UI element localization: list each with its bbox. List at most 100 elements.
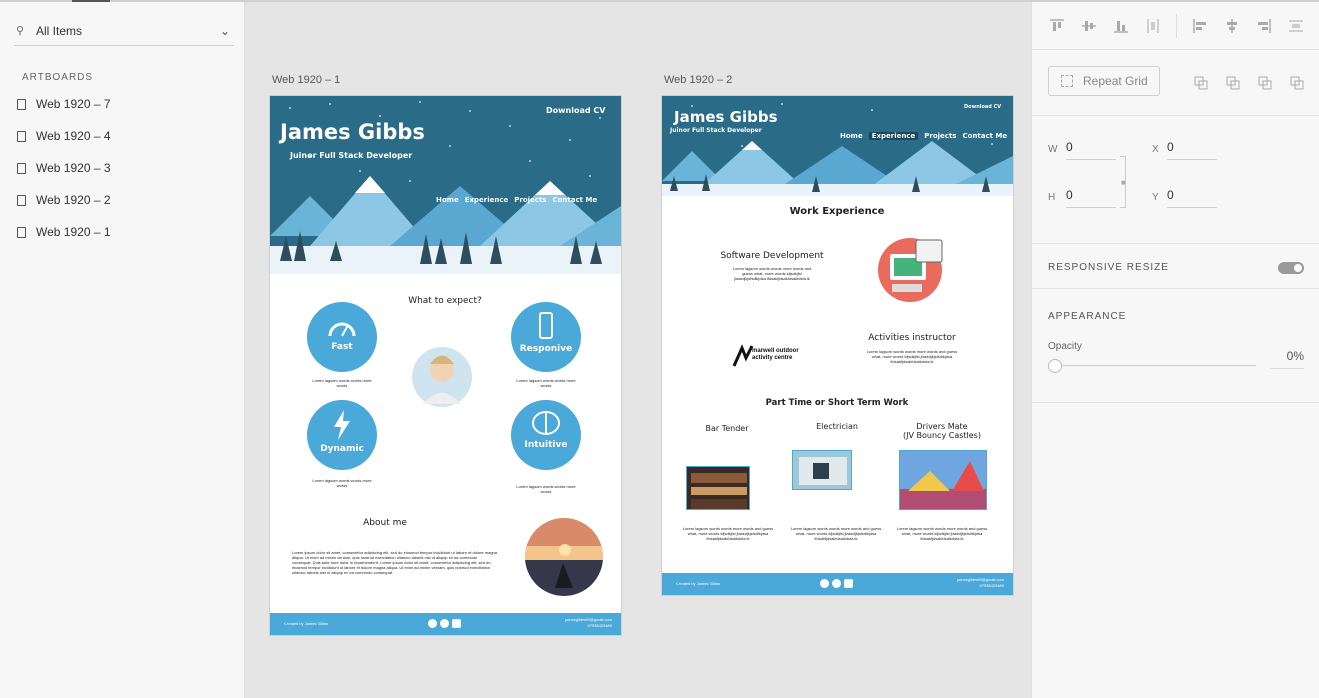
nav-experience[interactable]: Experience <box>465 196 509 204</box>
align-top-icon[interactable] <box>1048 17 1066 35</box>
nav-home[interactable]: Home <box>436 196 459 204</box>
item-filter-dropdown[interactable]: ⚲ All Items ⌄ <box>14 16 234 46</box>
hero-banner: James Gibbs Juinor Full Stack Developer … <box>270 96 621 274</box>
artboard-icon <box>17 130 26 142</box>
job-title: Software Development <box>720 251 824 261</box>
footer-contact: jamesgibbs89@gmail.com 07938429480 <box>565 617 612 628</box>
artboard-2-title[interactable]: Web 1920 – 2 <box>664 74 732 86</box>
responsive-resize-label: RESPONSIVE RESIZE <box>1048 262 1169 273</box>
union-icon[interactable] <box>1194 76 1208 90</box>
footer-credit: Created by James Gibbs <box>284 621 329 626</box>
company-logo-text: marwell outdoor activity centre <box>752 348 799 361</box>
work-experience-heading: Work Experience <box>789 206 885 217</box>
artboard-web-1920-1[interactable]: James Gibbs Juinor Full Stack Developer … <box>270 96 621 635</box>
feature-text: Lorem lagsom words words more words <box>516 484 576 494</box>
feature-dynamic: Dynamic <box>307 400 377 470</box>
part-text: Lorem lagsom words words more words and … <box>682 526 774 541</box>
toolbar-divider <box>1176 13 1177 38</box>
feature-label: Responive <box>519 344 573 354</box>
exclude-overlap-icon[interactable] <box>1290 76 1304 90</box>
search-icon: ⚲ <box>16 24 25 37</box>
feature-responsive: Responive <box>511 302 581 372</box>
artboard-1-title[interactable]: Web 1920 – 1 <box>272 74 340 86</box>
artboard-icon <box>17 194 26 206</box>
x-input[interactable]: 0 <box>1167 140 1217 160</box>
nav-contact[interactable]: Contact Me <box>552 196 597 204</box>
align-toolbar <box>1032 2 1319 50</box>
align-middle-icon[interactable] <box>1080 17 1098 35</box>
nav-home[interactable]: Home <box>840 132 863 140</box>
align-center-icon[interactable] <box>1223 17 1241 35</box>
responsive-resize-row: RESPONSIVE RESIZE <box>1032 244 1319 289</box>
opacity-slider-handle[interactable] <box>1048 359 1062 373</box>
download-cv-link[interactable]: Download CV <box>964 104 1001 110</box>
mobile-phone-icon <box>539 312 553 339</box>
repeat-grid-button[interactable]: Repeat Grid <box>1048 66 1160 96</box>
opacity-slider-track[interactable] <box>1056 365 1256 366</box>
artboard-item-label: Web 1920 – 7 <box>36 97 111 111</box>
artboard-item-label: Web 1920 – 4 <box>36 129 111 143</box>
part-text: Lorem lagsom words words more words and … <box>790 526 882 541</box>
instagram-icon[interactable] <box>440 619 449 628</box>
instagram-icon[interactable] <box>832 579 841 588</box>
y-input[interactable]: 0 <box>1167 188 1217 208</box>
footer: Created by James Gibbs jamesgibbs89@gmai… <box>270 613 621 635</box>
artboard-icon <box>17 162 26 174</box>
nav-contact[interactable]: Contact Me <box>962 132 1007 140</box>
nav-bar: Home Experience Projects Contact Me <box>840 132 1007 140</box>
appearance-heading: APPEARANCE <box>1048 311 1127 322</box>
artboard-item[interactable]: Web 1920 – 4 <box>16 120 236 152</box>
facebook-icon[interactable] <box>428 619 437 628</box>
hero-name: James Gibbs <box>674 108 778 126</box>
height-input[interactable]: 0 <box>1066 188 1116 208</box>
part-text: Lorem lagsom words words more words and … <box>896 526 988 541</box>
chevron-down-icon[interactable]: ⌄ <box>220 24 234 38</box>
distribute-horizontal-icon[interactable] <box>1287 17 1305 35</box>
align-right-icon[interactable] <box>1255 17 1273 35</box>
brain-icon <box>532 411 560 435</box>
electrician-photo <box>792 450 852 490</box>
artboard-item[interactable]: Web 1920 – 1 <box>16 216 236 248</box>
nav-projects[interactable]: Projects <box>514 196 546 204</box>
lock-icon[interactable]: ■ <box>1121 178 1126 187</box>
part-time-heading: Part Time or Short Term Work <box>765 398 909 408</box>
align-bottom-icon[interactable] <box>1112 17 1130 35</box>
linkedin-icon[interactable] <box>844 579 853 588</box>
appearance-section: APPEARANCE Opacity 0% <box>1032 289 1319 403</box>
repeat-grid-label: Repeat Grid <box>1083 74 1148 88</box>
hero-role: Juinor Full Stack Developer <box>290 151 413 160</box>
artboard-web-1920-2[interactable]: James Gibbs Juinor Full Stack Developer … <box>662 96 1013 595</box>
intersect-icon[interactable] <box>1258 76 1272 90</box>
filter-label: All Items <box>36 23 83 38</box>
about-me-text: Lorem ipsum dolor sit amet, consectetur … <box>292 550 497 575</box>
part-title: Bar Tender <box>705 424 749 433</box>
artboard-icon <box>17 226 26 238</box>
social-icons <box>820 579 853 588</box>
layers-panel: ⚲ All Items ⌄ ARTBOARDS Web 1920 – 7 Web… <box>0 2 245 698</box>
speedometer-icon <box>328 322 356 337</box>
artboard-item[interactable]: Web 1920 – 2 <box>16 184 236 216</box>
artboards-heading: ARTBOARDS <box>22 72 94 83</box>
nav-experience[interactable]: Experience <box>868 132 919 140</box>
footer-contact: jamesgibbs89@gmail.com 07938429480 <box>957 577 1004 588</box>
part-title: Drivers Mate (JV Bouncy Castles) <box>903 422 981 440</box>
nav-projects[interactable]: Projects <box>924 132 956 140</box>
profile-photo <box>525 518 603 596</box>
distribute-vertical-icon[interactable] <box>1144 17 1162 35</box>
opacity-input[interactable]: 0% <box>1270 349 1304 369</box>
artboard-item[interactable]: Web 1920 – 7 <box>16 88 236 120</box>
y-label: Y <box>1152 192 1159 203</box>
feature-text: Lorem lagsom words words more words <box>312 478 372 488</box>
align-left-icon[interactable] <box>1191 17 1209 35</box>
responsive-resize-toggle[interactable] <box>1278 262 1304 274</box>
properties-panel: Repeat Grid W 0 X 0 ■ H 0 Y 0 RESPONSIVE… <box>1031 2 1319 698</box>
feature-text: Lorem lagsom words words more words <box>516 378 576 388</box>
artboard-item[interactable]: Web 1920 – 3 <box>16 152 236 184</box>
x-label: X <box>1152 144 1159 155</box>
facebook-icon[interactable] <box>820 579 829 588</box>
subtract-icon[interactable] <box>1226 76 1240 90</box>
dimensions-row: W 0 X 0 ■ H 0 Y 0 <box>1032 116 1319 244</box>
width-input[interactable]: 0 <box>1066 140 1116 160</box>
download-cv-link[interactable]: Download CV <box>546 106 605 115</box>
linkedin-icon[interactable] <box>452 619 461 628</box>
